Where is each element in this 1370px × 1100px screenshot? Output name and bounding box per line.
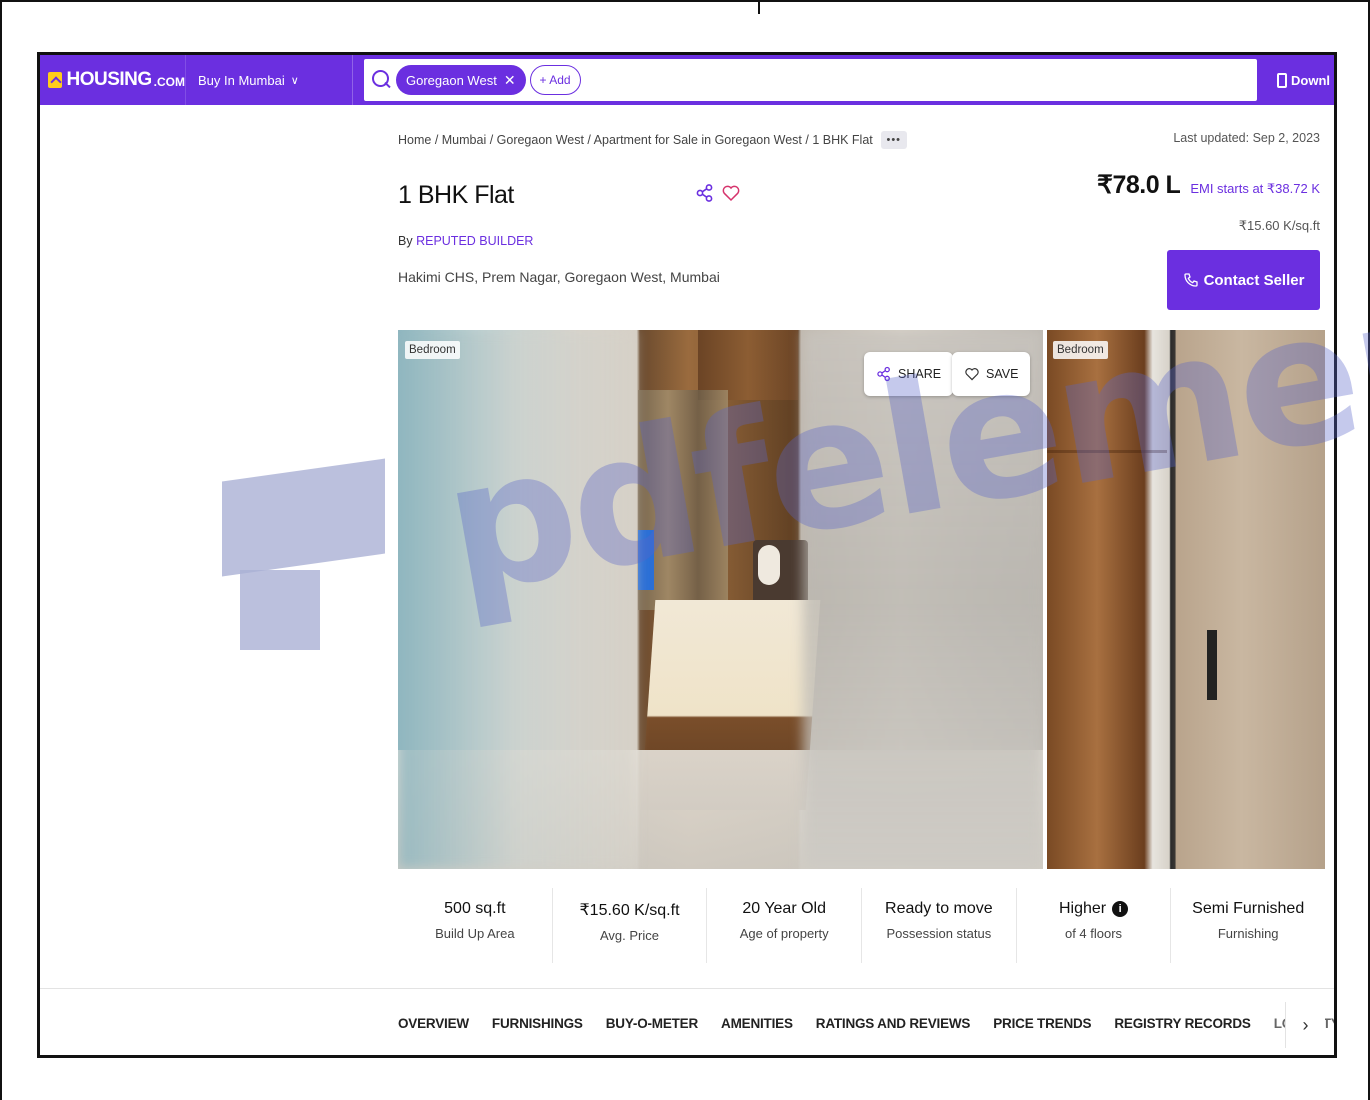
stat-value: Higher [1058,900,1107,917]
frame-left-line [0,0,2,1100]
last-updated: Last updated: Sep 2, 2023 [1173,131,1320,145]
stat-value: 500 sq.ft [444,900,506,917]
logo-text: HOUSING [66,69,152,90]
photo-gallery: Bedroom Bedroom SHARE SAVE [398,330,1325,869]
section-tabs: OVERVIEW FURNISHINGS BUY-O-METER AMENITI… [398,989,1334,1055]
secondary-photo[interactable] [1047,330,1325,869]
frame-top-line [0,0,1370,2]
stat-value: ₹15.60 K/sq.ft [579,902,680,919]
stat-label: Build Up Area [435,926,515,941]
price-per-sqft: ₹15.60 K/sq.ft [1238,218,1320,233]
stat-label: Avg. Price [600,928,660,943]
main-photo[interactable] [398,330,1043,869]
heart-icon [965,368,979,381]
builder-link[interactable]: REPUTED BUILDER [416,234,533,248]
watermark-shape [240,570,320,650]
tab-price-trends[interactable]: PRICE TRENDS [993,1016,1091,1031]
contact-seller-button[interactable]: Contact Seller [1167,250,1320,310]
property-address: Hakimi CHS, Prem Nagar, Goregaon West, M… [398,269,720,285]
heart-icon[interactable] [721,183,741,203]
builder-prefix: By [398,234,413,248]
more-icon[interactable]: ••• [880,131,907,149]
share-icon[interactable] [695,183,715,203]
photo-door-handle [1207,630,1217,700]
stat-value: Semi Furnished [1192,900,1305,917]
price-row: ₹78.0 L EMI starts at ₹38.72 K [1097,170,1320,200]
photo-teddy [758,545,780,585]
breadcrumb-text[interactable]: Home / Mumbai / Goregaon West / Apartmen… [398,133,873,147]
photo-plank [1047,450,1167,453]
photo-tag: Bedroom [405,341,460,359]
logo-suffix: .COM [153,75,185,89]
info-icon[interactable]: i [1112,901,1129,917]
stat-age: 20 Year Old Age of property [707,888,863,963]
chevron-right-icon[interactable]: › [1285,1002,1325,1048]
header-bar: HOUSING .COM Buy In Mumbai ∨ Goregaon We… [40,55,1334,105]
search-bar[interactable]: Goregaon West ✕ + Add [364,59,1257,101]
stat-label: Age of property [739,926,829,941]
tab-registry-records[interactable]: REGISTRY RECORDS [1114,1016,1251,1031]
phone-icon [1277,72,1287,88]
tab-buy-o-meter[interactable]: BUY-O-METER [606,1016,699,1031]
photo-tag: Bedroom [1053,341,1108,359]
contact-seller-label: Contact Seller [1203,271,1305,289]
stat-furnishing: Semi Furnished Furnishing [1171,888,1325,963]
stat-label: Possession status [886,926,992,941]
pdfelement-logo [222,458,387,650]
breadcrumb: Home / Mumbai / Goregaon West / Apartmen… [398,131,907,149]
save-button[interactable]: SAVE [952,352,1031,396]
photo-blur-left [398,330,636,869]
add-locality-button[interactable]: + Add [529,65,581,95]
chevron-down-icon: ∨ [290,74,299,87]
price: ₹78.0 L [1097,171,1181,199]
listing-title: 1 BHK Flat [398,181,514,209]
title-actions [695,183,741,203]
photo-window [638,530,654,590]
stat-build-up-area: 500 sq.ft Build Up Area [398,888,553,963]
download-app-button[interactable]: Downl [1277,72,1330,88]
photo-blur-right [803,330,1043,869]
search-icon [370,69,392,91]
watermark-shape [222,458,385,577]
stat-value: 20 Year Old [742,900,826,917]
frame-tick [758,0,760,14]
tab-overview[interactable]: OVERVIEW [398,1016,469,1031]
housing-logo[interactable]: HOUSING .COM [40,55,185,105]
share-label: SHARE [898,367,942,381]
tab-amenities[interactable]: AMENITIES [721,1016,793,1031]
phone-call-icon [1183,273,1198,287]
share-button[interactable]: SHARE [864,352,954,396]
logo-mark-icon [48,72,63,88]
chip-label: Goregaon West [406,72,497,88]
stat-label: Furnishing [1217,926,1279,941]
city-label: Buy In Mumbai [198,72,285,88]
stat-label: of 4 floors [1064,926,1123,941]
save-label: SAVE [986,367,1019,381]
builder-line: By REPUTED BUILDER [398,234,533,248]
stat-avg-price: ₹15.60 K/sq.ft Avg. Price [553,888,708,963]
city-dropdown[interactable]: Buy In Mumbai ∨ [185,55,353,105]
stat-floor: Higher i of 4 floors [1017,888,1172,963]
download-label: Downl [1291,72,1330,88]
stat-value: Ready to move [885,900,993,917]
emi-link[interactable]: EMI starts at ₹38.72 K [1190,181,1320,197]
share-icon [877,366,890,382]
property-stats: 500 sq.ft Build Up Area ₹15.60 K/sq.ft A… [398,888,1325,963]
stat-value-row: Higher i [1017,900,1171,918]
locality-chip[interactable]: Goregaon West ✕ [396,65,526,95]
tab-ratings-reviews[interactable]: RATINGS AND REVIEWS [816,1016,971,1031]
tab-furnishings[interactable]: FURNISHINGS [492,1016,583,1031]
stat-possession: Ready to move Possession status [862,888,1017,963]
close-icon[interactable]: ✕ [504,72,516,89]
